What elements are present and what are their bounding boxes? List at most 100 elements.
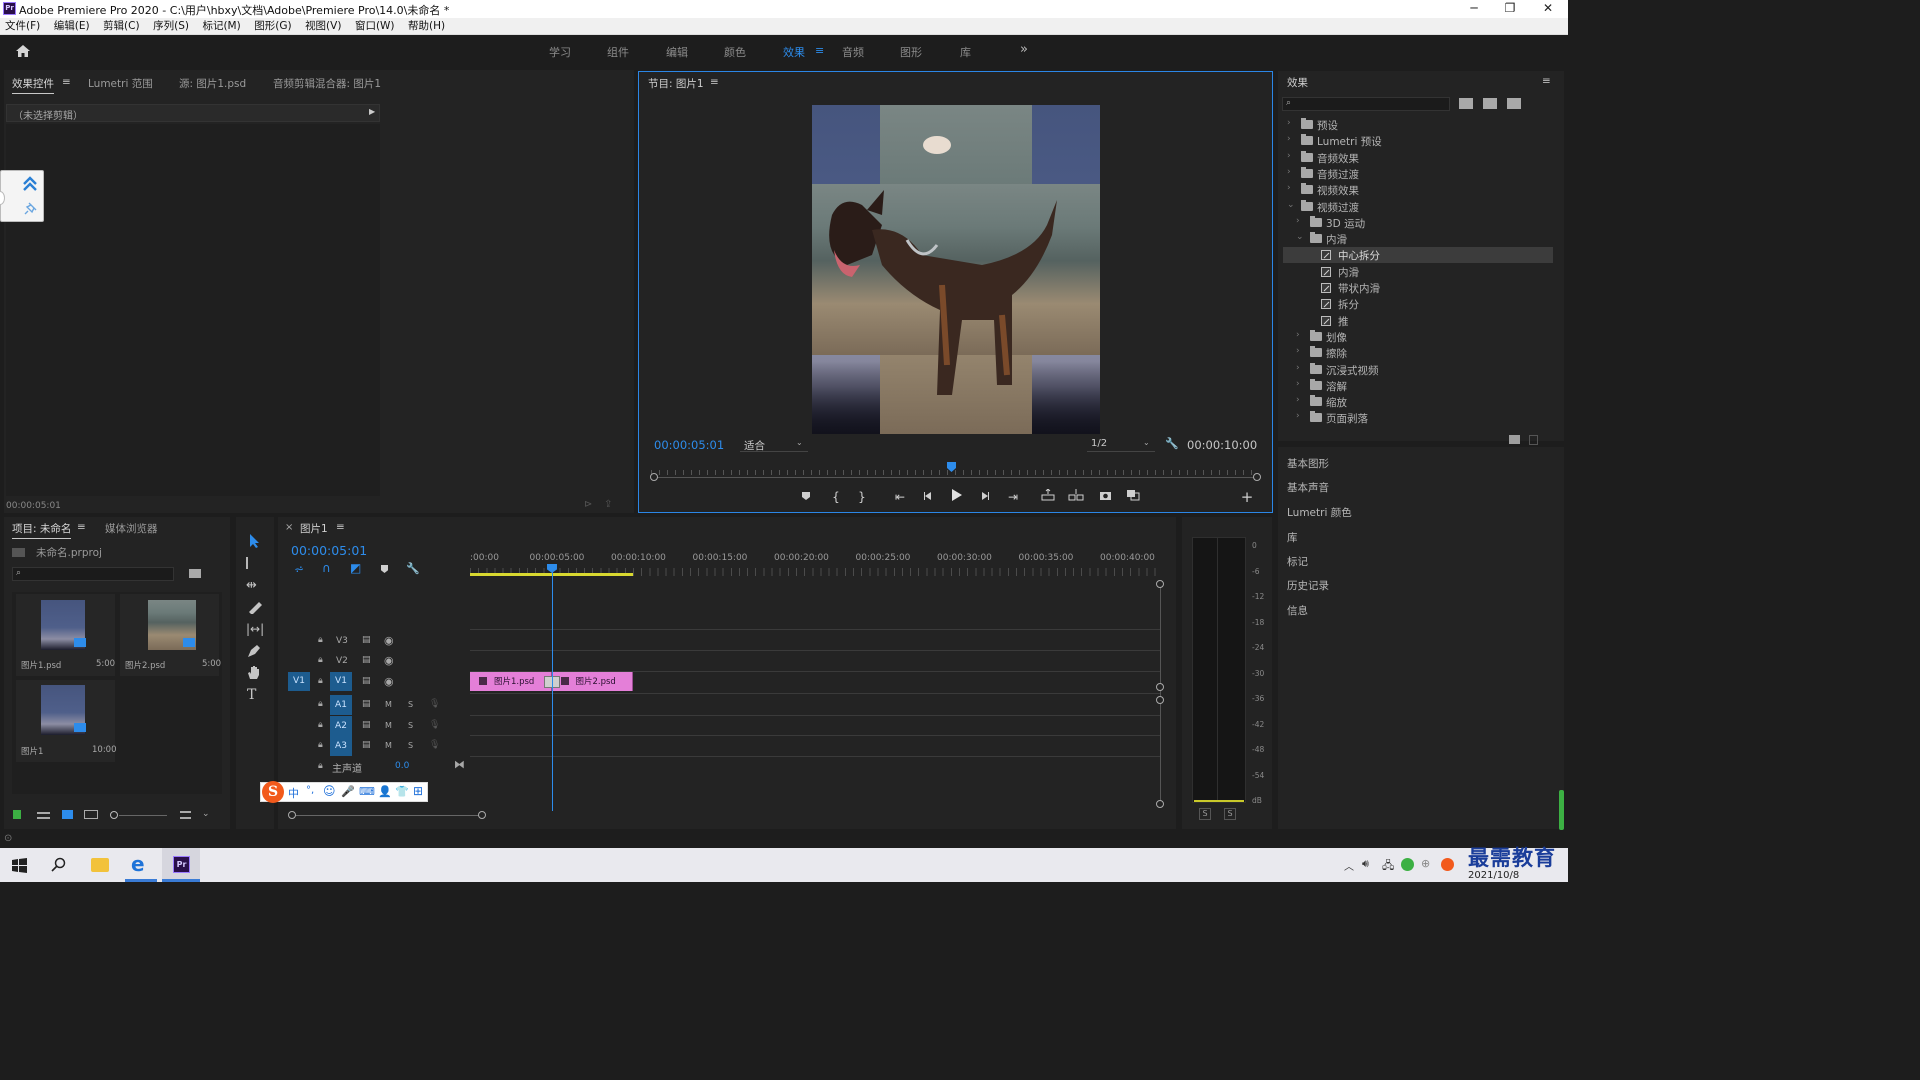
vertical-scroll-handle[interactable] (1156, 683, 1164, 691)
chevron-right-icon[interactable]: › (1296, 411, 1300, 421)
nest-sequence-icon[interactable]: ⩫ (294, 562, 304, 576)
tab-audio-clip-mixer[interactable]: 音频剪辑混合器: 图片1 (273, 76, 381, 91)
sogou-logo-icon[interactable]: S (262, 781, 284, 803)
chevron-right-icon[interactable]: › (1296, 216, 1300, 226)
horizontal-zoom-bar[interactable] (292, 815, 482, 816)
chevron-right-icon[interactable]: › (1287, 151, 1291, 161)
track-name[interactable]: V2 (336, 656, 348, 666)
project-item-tile[interactable]: 图片1 10:00 (16, 680, 117, 762)
tray-overflow-icon[interactable]: ︿ (1344, 858, 1354, 873)
project-menu-icon[interactable]: ≡ (77, 521, 86, 533)
meter-solo-right-button[interactable]: S (1224, 808, 1236, 820)
ime-chinese-mode[interactable]: 中 (288, 785, 299, 801)
effects-tree-item[interactable]: › 划像 (1283, 329, 1553, 345)
lock-icon[interactable]: 🔒︎ (318, 740, 323, 750)
mute-button[interactable]: M (385, 721, 392, 730)
ime-user-icon[interactable]: 👤 (378, 785, 392, 798)
ime-voice-icon[interactable]: 🎤 (341, 785, 355, 798)
effects-tree-item[interactable]: 带状内滑 (1283, 280, 1553, 296)
workspace-tab-assembly[interactable]: 组件 (607, 44, 629, 60)
timeline-clip[interactable]: 图片1.psd (470, 672, 552, 691)
horizontal-zoom-handle-left[interactable] (288, 811, 296, 819)
fit-dropdown[interactable]: 适合 ⌄ (740, 436, 808, 452)
workspace-tab-audio[interactable]: 音频 (842, 44, 864, 60)
panel-history[interactable]: 历史记录 (1287, 578, 1329, 593)
type-tool-icon[interactable]: T (247, 687, 256, 703)
master-volume-value[interactable]: 0.0 (395, 761, 409, 771)
delete-icon[interactable] (1529, 435, 1538, 445)
tab-media-browser[interactable]: 媒体浏览器 (105, 521, 158, 536)
zoom-handle-left[interactable] (650, 473, 658, 481)
effects-tree-item[interactable]: › 音频效果 (1283, 150, 1553, 166)
ime-toolbox-icon[interactable]: ⊞ (413, 784, 423, 798)
freeform-view-icon[interactable] (84, 810, 98, 819)
new-search-bin-icon[interactable] (189, 569, 201, 578)
effects-tree-item[interactable]: › Lumetri 预设 (1283, 133, 1553, 149)
microphone-icon[interactable]: 🎙︎ (429, 699, 440, 709)
program-video-frame[interactable] (812, 105, 1100, 434)
zoom-handle-right[interactable] (1253, 473, 1261, 481)
chevron-right-icon[interactable]: › (1296, 330, 1300, 340)
panel-markers[interactable]: 标记 (1287, 554, 1308, 569)
effects-tree-item[interactable]: ⌄ 内滑 (1283, 231, 1553, 247)
close-icon[interactable]: × (285, 522, 293, 533)
sync-lock-icon[interactable]: ▤ (362, 699, 371, 709)
timeline-wrench-icon[interactable]: 🔧 (406, 562, 420, 575)
search-icon[interactable] (51, 857, 66, 872)
timeline-playhead[interactable] (551, 566, 553, 811)
zoom-scroll-bar[interactable] (654, 477, 1257, 478)
menu-view[interactable]: 视图(V) (300, 18, 346, 33)
compare-icon[interactable] (1122, 488, 1144, 506)
program-monitor-menu-icon[interactable]: ≡ (710, 76, 719, 88)
lock-icon[interactable]: 🔒︎ (318, 761, 323, 771)
menu-clip[interactable]: 剪辑(C) (98, 18, 145, 33)
minimize-button[interactable]: ─ (1456, 0, 1492, 18)
effects-panel-menu-icon[interactable]: ≡ (1542, 75, 1551, 87)
microphone-icon[interactable]: 🎙︎ (429, 720, 440, 730)
panel-libraries[interactable]: 库 (1287, 530, 1298, 545)
pen-tool-icon[interactable] (247, 644, 261, 658)
panel-lumetri-color[interactable]: Lumetri 颜色 (1287, 505, 1352, 520)
chevron-down-icon[interactable]: ⌄ (1287, 200, 1295, 210)
chevron-right-icon[interactable]: › (1287, 183, 1291, 193)
taskbar-premiere-button[interactable]: Pr (162, 848, 200, 882)
32-bit-effects-icon[interactable] (1483, 98, 1497, 109)
menu-edit[interactable]: 编辑(E) (49, 18, 95, 33)
linked-selection-icon[interactable]: ◩ (350, 561, 361, 575)
chevron-down-icon[interactable]: ⌄ (202, 809, 210, 819)
timeline-tab[interactable]: 图片1 (300, 521, 328, 536)
sogou-ime-bar[interactable]: S 中 °, ☺ 🎤 ⌨ 👤 👕 ⊞ (260, 781, 428, 803)
effects-tree-item[interactable]: 内滑 (1283, 264, 1553, 280)
meter-solo-left-button[interactable]: S (1199, 808, 1211, 820)
icon-view-icon[interactable] (62, 810, 73, 819)
filter-icon[interactable]: ⊳ (584, 499, 592, 510)
sync-lock-icon[interactable]: ▤ (362, 655, 371, 665)
security-tray-icon[interactable] (1401, 858, 1414, 871)
track-select-tool-icon[interactable] (246, 557, 264, 569)
go-to-in-icon[interactable]: ⇤ (889, 488, 911, 506)
file-explorer-icon[interactable] (91, 858, 109, 872)
track-name[interactable]: V3 (336, 636, 348, 646)
chevron-right-icon[interactable]: › (1296, 395, 1300, 405)
yuv-effects-icon[interactable] (1507, 98, 1521, 109)
effects-tree-item[interactable]: › 页面剥落 (1283, 410, 1553, 426)
sync-lock-icon[interactable]: ▤ (362, 720, 371, 730)
export-icon[interactable]: ⇪ (604, 499, 612, 510)
lock-icon[interactable]: 🔒︎ (318, 635, 323, 645)
close-button[interactable]: ✕ (1530, 0, 1566, 18)
sync-lock-icon[interactable]: ▤ (362, 676, 371, 686)
expand-arrow-icon[interactable]: ▶ (369, 107, 375, 116)
sort-icon[interactable] (180, 811, 191, 819)
solo-button[interactable]: S (408, 741, 413, 750)
program-current-time[interactable]: 00:00:05:01 (654, 438, 724, 452)
program-monitor-title[interactable]: 节目: 图片1 (648, 76, 704, 91)
chevron-right-icon[interactable]: › (1296, 346, 1300, 356)
solo-button[interactable]: S (408, 700, 413, 709)
microphone-icon[interactable]: 🎙︎ (429, 740, 440, 750)
sync-lock-icon[interactable]: ▤ (362, 635, 371, 645)
vertical-scroll-handle[interactable] (1156, 696, 1164, 704)
effects-tree-item[interactable]: › 音频过渡 (1283, 166, 1553, 182)
panel-essential-graphics[interactable]: 基本图形 (1287, 456, 1329, 471)
track-name[interactable]: V1 (330, 672, 352, 691)
mute-button[interactable]: M (385, 741, 392, 750)
